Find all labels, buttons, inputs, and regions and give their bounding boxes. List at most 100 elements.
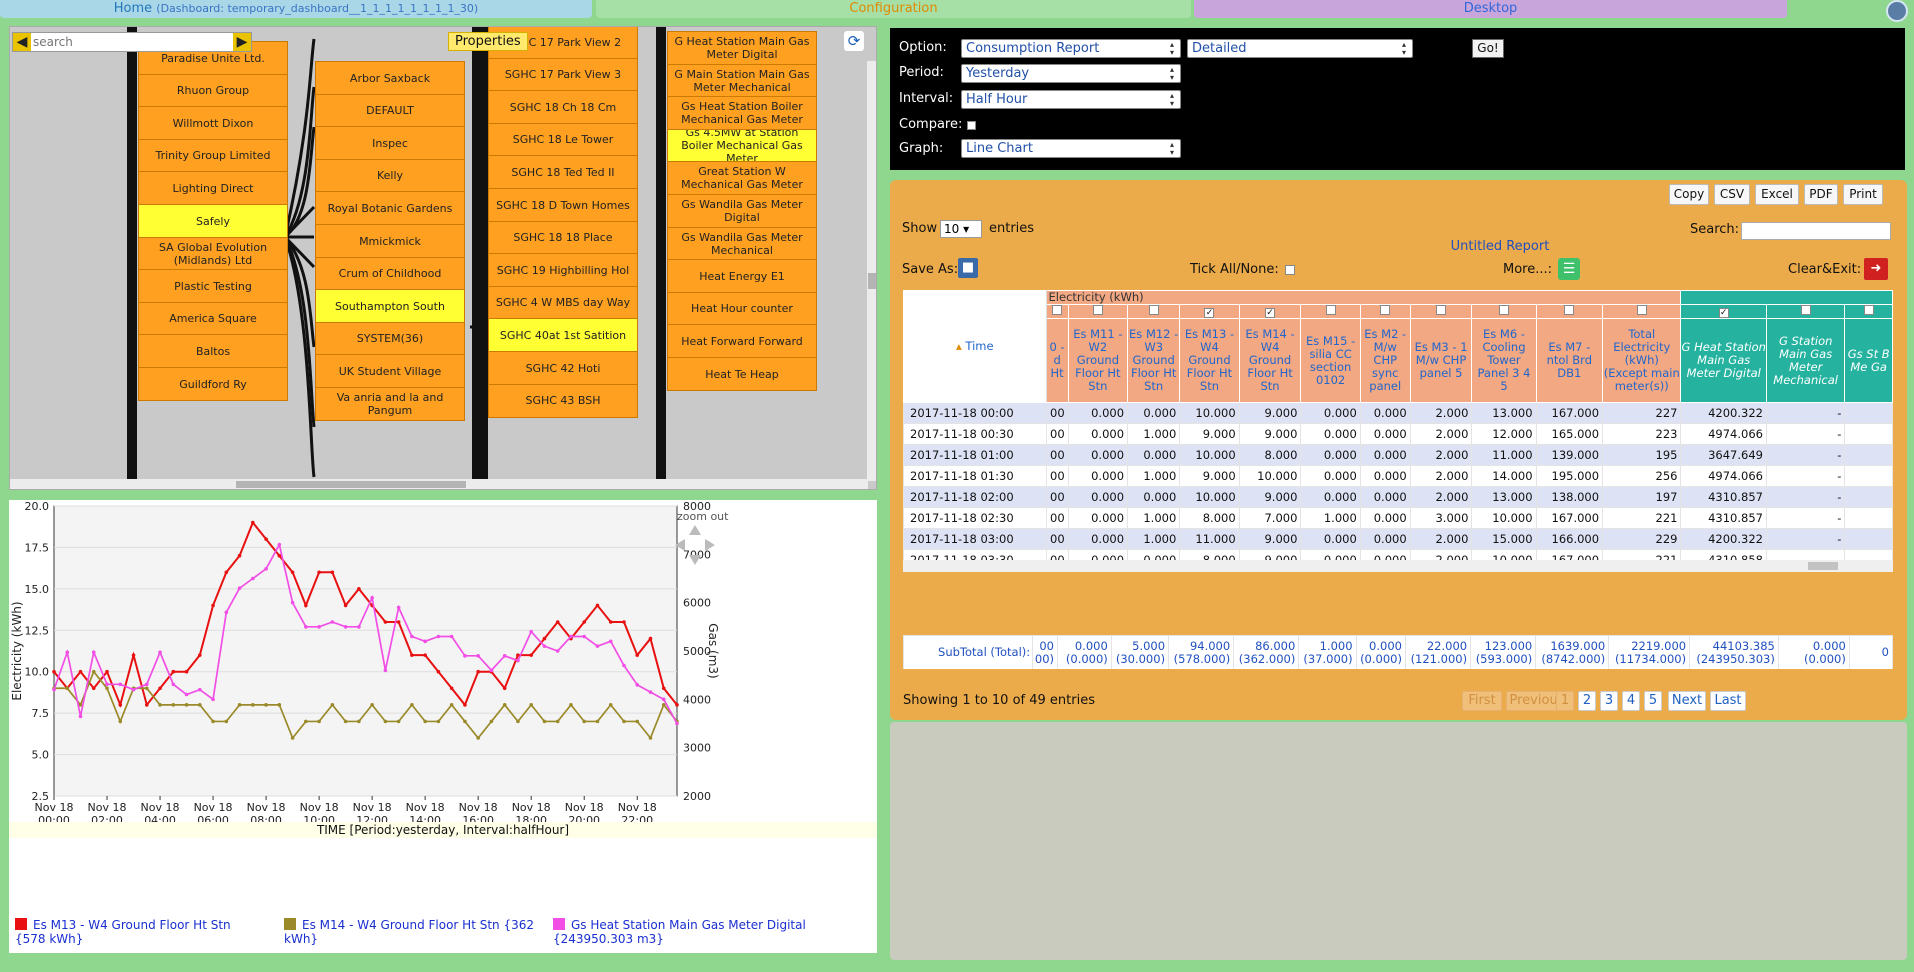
tree-node[interactable]: Royal Botanic Gardens bbox=[315, 191, 465, 226]
page-button[interactable]: 4 bbox=[1622, 691, 1640, 711]
properties-button[interactable]: Properties bbox=[448, 32, 528, 51]
page-button[interactable]: Next bbox=[1668, 691, 1706, 711]
tree-node[interactable]: SGHC 17 Park View 3 bbox=[488, 57, 638, 92]
column-header[interactable]: Es M7 - ntol Brd DB1 bbox=[1535, 318, 1604, 403]
tree-node[interactable]: Arbor Saxback bbox=[315, 61, 465, 95]
tree-node[interactable]: Plastic Testing bbox=[138, 269, 288, 304]
tree-node[interactable]: Heat Hour counter bbox=[667, 291, 817, 326]
column-header[interactable]: 0 - d Ht bbox=[1045, 318, 1069, 403]
time-header[interactable]: ▴ Time bbox=[903, 290, 1047, 403]
tree-node[interactable]: SYSTEM(36) bbox=[315, 321, 465, 356]
column-checkbox[interactable]: ✓ bbox=[1718, 308, 1729, 318]
column-checkbox[interactable]: ✓ bbox=[1204, 308, 1215, 318]
tree-node[interactable]: SGHC 18 Ch 18 Cm bbox=[488, 90, 638, 125]
column-header[interactable]: Es M14 - W4 Ground Floor Ht Stn bbox=[1238, 318, 1302, 403]
page-button[interactable]: 3 bbox=[1600, 691, 1618, 711]
report-title[interactable]: Untitled Report bbox=[1350, 239, 1650, 254]
window-menu-icon[interactable] bbox=[1886, 0, 1908, 22]
tree-node[interactable]: SGHC 18 18 Place bbox=[488, 220, 638, 255]
print-button[interactable]: Print bbox=[1843, 184, 1883, 205]
copy-button[interactable]: Copy bbox=[1669, 184, 1709, 205]
tree-node[interactable]: SA Global Evolution (Midlands) Ltd bbox=[138, 236, 288, 271]
graph-select[interactable]: Line Chart bbox=[961, 139, 1181, 158]
tree-node[interactable]: Gs Heat Station Boiler Mechanical Gas Me… bbox=[667, 96, 817, 131]
tree-node[interactable]: Southampton South bbox=[315, 289, 465, 324]
tree-node[interactable]: Inspec bbox=[315, 126, 465, 161]
tree-node[interactable]: Safely bbox=[138, 204, 288, 238]
tab-desktop[interactable]: Desktop bbox=[1194, 0, 1787, 18]
pdf-button[interactable]: PDF bbox=[1804, 184, 1838, 205]
tree-node[interactable]: SGHC 18 D Town Homes bbox=[488, 188, 638, 222]
detail-select[interactable]: Detailed bbox=[1187, 39, 1413, 58]
option-select[interactable]: Consumption Report bbox=[961, 39, 1181, 58]
tree-node[interactable]: Gs 4.5MW at Station Boiler Mechanical Ga… bbox=[667, 128, 817, 163]
tab-configuration[interactable]: Configuration bbox=[596, 0, 1191, 18]
column-header[interactable]: G Station Main Gas Meter Mechanical bbox=[1765, 318, 1846, 403]
compare-checkbox[interactable] bbox=[967, 121, 976, 130]
tree-node[interactable]: Trinity Group Limited bbox=[138, 138, 288, 173]
tree-node[interactable]: SGHC 42 Hoti bbox=[488, 351, 638, 385]
column-checkbox[interactable] bbox=[1325, 305, 1336, 315]
tree-node[interactable]: America Square bbox=[138, 301, 288, 336]
legend-item-es-m14[interactable]: Es M14 - W4 Ground Floor Ht Stn {362 kWh… bbox=[284, 918, 544, 946]
tree-node[interactable]: Heat Energy E1 bbox=[667, 259, 817, 294]
tree-forward-arrow-icon[interactable]: ▶ bbox=[233, 33, 251, 51]
tree-node[interactable]: Mmickmick bbox=[315, 224, 465, 258]
legend-item-gas-meter[interactable]: Gs Heat Station Main Gas Meter Digital {… bbox=[553, 918, 873, 946]
column-header[interactable]: Gs St B Me Ga bbox=[1844, 318, 1893, 403]
tree-node[interactable]: G Heat Station Main Gas Meter Digital bbox=[667, 31, 817, 65]
column-checkbox[interactable] bbox=[1498, 305, 1509, 315]
column-checkbox[interactable] bbox=[1436, 305, 1447, 315]
more-menu-icon[interactable]: ☰ bbox=[1558, 258, 1580, 280]
legend-item-es-m13[interactable]: Es M13 - W4 Ground Floor Ht Stn {578 kWh… bbox=[15, 918, 255, 946]
tree-back-arrow-icon[interactable]: ◀ bbox=[13, 33, 31, 51]
tree-node[interactable]: Rhuon Group bbox=[138, 73, 288, 108]
tree-node[interactable]: DEFAULT bbox=[315, 93, 465, 128]
column-header[interactable]: Es M11 - W2 Ground Floor Ht Stn bbox=[1067, 318, 1129, 403]
column-checkbox[interactable] bbox=[1564, 305, 1575, 315]
tree-node[interactable]: SGHC 4 W MBS day Way bbox=[488, 285, 638, 320]
column-header[interactable]: G Heat Station Main Gas Meter Digital bbox=[1680, 318, 1767, 403]
column-header[interactable]: Es M12 - W3 Ground Floor Ht Stn bbox=[1127, 318, 1181, 403]
column-header[interactable]: Total Electricity (kWh) (Except main met… bbox=[1602, 318, 1682, 403]
tab-home[interactable]: Home (Dashboard: temporary_dashboard__1_… bbox=[0, 0, 592, 18]
page-button[interactable]: 2 bbox=[1578, 691, 1596, 711]
tree-node[interactable]: SGHC 18 Le Tower bbox=[488, 122, 638, 157]
column-header[interactable]: Es M6 - Cooling Tower Panel 3 4 5 bbox=[1471, 318, 1537, 403]
save-disk-icon[interactable]: ■ bbox=[958, 258, 978, 278]
tree-node[interactable]: Crum of Childhood bbox=[315, 256, 465, 291]
column-checkbox[interactable] bbox=[1863, 305, 1874, 315]
tree-node[interactable]: Gs Wandila Gas Meter Mechanical bbox=[667, 226, 817, 261]
interval-select[interactable]: Half Hour bbox=[961, 90, 1181, 109]
tree-node[interactable]: UK Student Village bbox=[315, 354, 465, 389]
report-search-input[interactable] bbox=[1741, 222, 1891, 240]
csv-button[interactable]: CSV bbox=[1714, 184, 1750, 205]
tree-search-input[interactable] bbox=[33, 33, 188, 51]
go-button[interactable]: Go! bbox=[1472, 39, 1504, 58]
tree-node[interactable]: Heat Forward Forward bbox=[667, 324, 817, 359]
tree-node[interactable]: G Main Station Main Gas Meter Mechanical bbox=[667, 63, 817, 98]
column-header[interactable]: Es M15 - silia CC section 0102 bbox=[1300, 318, 1361, 403]
tree-node[interactable]: Gs Wandila Gas Meter Digital bbox=[667, 194, 817, 228]
column-checkbox[interactable] bbox=[1380, 305, 1391, 315]
tree-node[interactable]: Willmott Dixon bbox=[138, 106, 288, 141]
tick-all-checkbox[interactable] bbox=[1285, 265, 1295, 275]
page-button[interactable]: Last bbox=[1710, 691, 1746, 711]
column-checkbox[interactable] bbox=[1636, 305, 1647, 315]
page-button[interactable]: 5 bbox=[1644, 691, 1662, 711]
entries-select[interactable]: 10 ▾ bbox=[940, 220, 982, 238]
column-checkbox[interactable]: ✓ bbox=[1265, 308, 1276, 318]
period-select[interactable]: Yesterday bbox=[961, 64, 1181, 83]
column-checkbox[interactable] bbox=[1052, 305, 1063, 315]
table-horizontal-scrollbar[interactable] bbox=[903, 560, 1893, 572]
tree-node[interactable]: Guildford Ry bbox=[138, 367, 288, 401]
tree-node[interactable]: Great Station W Mechanical Gas Meter bbox=[667, 161, 817, 196]
page-button[interactable]: 1 bbox=[1556, 691, 1574, 711]
tree-horizontal-scrollbar[interactable] bbox=[10, 479, 868, 489]
refresh-icon[interactable]: ⟳ bbox=[844, 31, 864, 51]
tree-node[interactable]: SGHC 40at 1st Satition bbox=[488, 318, 638, 353]
column-checkbox[interactable] bbox=[1148, 305, 1159, 315]
column-header[interactable]: Es M3 - 1 M/w CHP panel 5 bbox=[1409, 318, 1473, 403]
column-checkbox[interactable] bbox=[1092, 305, 1103, 315]
tree-node[interactable]: SGHC 43 BSH bbox=[488, 383, 638, 418]
